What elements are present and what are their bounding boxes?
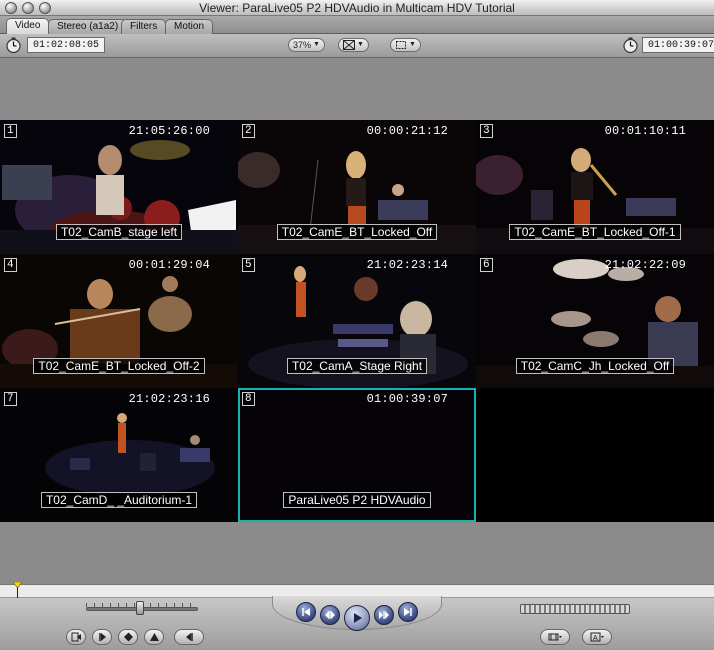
angle-clip-name: T02_CamA_Stage Right (286, 358, 428, 374)
jog-control[interactable] (520, 604, 630, 614)
angle-clip-name: ParaLive05 P2 HDVAudio (283, 492, 431, 508)
angle-3[interactable]: 3 00:01:10:11 T02_CamE_BT_Locked_Off-1 (476, 120, 714, 254)
generator-popup[interactable]: A (582, 629, 612, 645)
go-to-in-point-button[interactable] (296, 602, 316, 622)
angle-number: 4 (4, 258, 17, 272)
angle-2[interactable]: 2 00:00:21:12 T02_CamE_BT_Locked_Off (238, 120, 476, 254)
chevron-down-icon: ▼ (357, 41, 364, 48)
chevron-down-icon: ▼ (313, 41, 320, 48)
angle-6[interactable]: 6 21:02:22:09 T02_CamC_Jh_Locked_Off (476, 254, 714, 388)
title-bar: Viewer: ParaLive05 P2 HDVAudio in Multic… (0, 0, 714, 16)
fit-popup[interactable]: ▼ (390, 38, 421, 52)
window-title: Viewer: ParaLive05 P2 HDVAudio in Multic… (199, 1, 515, 15)
angle-1[interactable]: 1 21:05:26:00 T02_CamB_stage left (0, 120, 238, 254)
angle-7[interactable]: 7 21:02:23:16 T02_CamD_ _Auditorium-1 (0, 388, 238, 522)
angle-timecode: 00:01:10:11 (604, 124, 686, 138)
recent-clips-popup[interactable] (540, 629, 570, 645)
angle-timecode: 21:02:23:16 (128, 392, 210, 406)
angle-timecode: 00:01:29:04 (128, 258, 210, 272)
transport-controls: A (0, 596, 714, 650)
current-timecode-field[interactable]: 01:00:39:07 (642, 37, 714, 53)
angle-timecode: 01:00:39:07 (366, 392, 448, 406)
angle-number: 3 (480, 124, 493, 138)
duration-field[interactable]: 01:02:08:05 (27, 37, 106, 53)
previous-edit-icon (325, 611, 335, 619)
angle-number: 2 (242, 124, 255, 138)
letterbox-bottom (0, 522, 714, 584)
angle-timecode: 21:05:26:00 (128, 124, 210, 138)
overlay-icon (343, 40, 355, 50)
angle-empty (476, 388, 714, 522)
tab-bar: Video Stereo (a1a2) Filters Motion (0, 16, 714, 34)
angle-number: 6 (480, 258, 493, 272)
zoom-popup[interactable]: 37% ▼ (288, 38, 325, 52)
svg-text:A: A (593, 635, 598, 642)
zoom-value: 37% (293, 40, 312, 50)
marker-icon (123, 632, 133, 642)
angle-8-active[interactable]: 8 01:00:39:07 ParaLive05 P2 HDVAudio (238, 388, 476, 522)
viewer-controls: 01:02:08:05 37% ▼ ▼ ▼ 01:00:39:07 (0, 34, 714, 58)
current-time-clock-icon (623, 37, 638, 54)
angle-clip-name: T02_CamC_Jh_Locked_Off (515, 358, 675, 374)
play-previous-edit-button[interactable] (320, 605, 340, 625)
tab-stereo[interactable]: Stereo (a1a2) (48, 19, 128, 34)
tab-filters[interactable]: Filters (121, 19, 167, 34)
mark-clip-button[interactable] (144, 629, 164, 645)
mark-out-button[interactable] (174, 629, 204, 645)
match-frame-icon (71, 632, 81, 642)
angle-timecode: 21:02:22:09 (604, 258, 686, 272)
match-frame-button[interactable] (66, 629, 86, 645)
in-point-icon (302, 608, 310, 616)
angle-number: 5 (242, 258, 255, 272)
angle-clip-name: T02_CamE_BT_Locked_Off-1 (509, 224, 681, 240)
viewer-window: Viewer: ParaLive05 P2 HDVAudio in Multic… (0, 0, 714, 650)
duration-clock-icon (6, 37, 21, 54)
angle-clip-name: T02_CamD_ _Auditorium-1 (40, 492, 198, 508)
mark-clip-icon (149, 633, 159, 641)
tab-motion[interactable]: Motion (165, 19, 214, 34)
play-next-edit-button[interactable] (374, 605, 394, 625)
angle-number: 8 (242, 392, 255, 406)
angle-5[interactable]: 5 21:02:23:14 T02_CamA_Stage Right (238, 254, 476, 388)
angle-number: 7 (4, 392, 17, 406)
angle-clip-name: T02_CamE_BT_Locked_Off-2 (33, 358, 205, 374)
mark-in-button[interactable] (92, 629, 112, 645)
go-to-out-point-button[interactable] (398, 602, 418, 622)
mark-out-icon (185, 633, 193, 641)
multiclip-grid: 1 21:05:26:00 T02_CamB_stage left 2 00:0… (0, 120, 714, 522)
frame-icon (396, 41, 406, 49)
out-point-icon (404, 608, 412, 616)
next-edit-icon (379, 611, 389, 619)
tab-video[interactable]: Video (6, 18, 50, 34)
view-popup[interactable]: ▼ (338, 38, 369, 52)
angle-timecode: 21:02:23:14 (366, 258, 448, 272)
angle-clip-name: T02_CamB_stage left (55, 224, 183, 240)
playhead-icon[interactable] (12, 582, 22, 598)
text-generator-icon: A (590, 632, 604, 642)
chevron-down-icon: ▼ (409, 41, 416, 48)
angle-clip-name: T02_CamE_BT_Locked_Off (276, 224, 438, 240)
play-button[interactable] (344, 605, 370, 631)
film-strip-icon (548, 633, 562, 641)
add-marker-button[interactable] (118, 629, 138, 645)
letterbox-top (0, 58, 714, 120)
play-icon (354, 613, 362, 623)
angle-number: 1 (4, 124, 17, 138)
angle-4[interactable]: 4 00:01:29:04 T02_CamE_BT_Locked_Off-2 (0, 254, 238, 388)
shuttle-knob[interactable] (136, 601, 144, 615)
angle-timecode: 00:00:21:12 (366, 124, 448, 138)
mark-in-icon (98, 633, 106, 641)
